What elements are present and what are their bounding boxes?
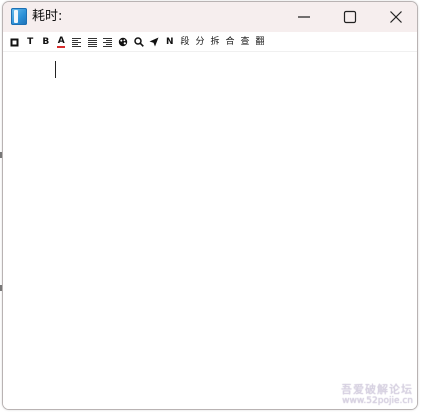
close-button[interactable] — [373, 2, 417, 32]
break-label: 拆 — [210, 37, 220, 47]
check-tool-button[interactable]: 查 — [238, 35, 253, 49]
watermark-url: www.52pojie.cn — [342, 396, 413, 406]
align-justify-icon — [87, 37, 97, 47]
font-color-tool-button[interactable]: A — [54, 35, 70, 49]
toolbar: T B A N 段 分 拆 合 查 翻 — [3, 33, 417, 52]
align-left-icon — [72, 37, 82, 47]
search-tool-button[interactable] — [131, 35, 147, 49]
n-tool-button[interactable]: N — [162, 35, 178, 49]
left-edge-mark — [0, 285, 2, 291]
segment-label: 段 — [180, 37, 190, 47]
window-title: 耗时: — [32, 9, 63, 24]
merge-tool-button[interactable]: 合 — [223, 35, 238, 49]
translate-tool-button[interactable]: 翻 — [253, 35, 268, 49]
minimize-button[interactable] — [281, 2, 327, 32]
split-tool-button[interactable]: 分 — [193, 35, 208, 49]
split-label: 分 — [195, 37, 205, 47]
break-tool-button[interactable]: 拆 — [208, 35, 223, 49]
square-icon — [10, 38, 19, 46]
pin-tool-button[interactable] — [7, 35, 23, 49]
title-bar[interactable]: 耗时: — [3, 2, 417, 32]
minimize-icon — [298, 16, 310, 18]
maximize-icon — [343, 10, 357, 24]
font-color-underline — [57, 46, 66, 48]
send-icon — [149, 37, 159, 47]
merge-label: 合 — [225, 37, 235, 47]
segment-tool-button[interactable]: 段 — [178, 35, 193, 49]
font-tool-button[interactable]: T — [23, 35, 39, 49]
app-window: 耗时: T B A N 段 分 拆 合 查 翻 — [2, 1, 418, 410]
n-icon: N — [165, 37, 174, 47]
theme-tool-button[interactable] — [116, 35, 132, 49]
translate-label: 翻 — [255, 37, 265, 47]
left-edge-mark — [0, 152, 2, 158]
align-right-icon — [103, 37, 113, 47]
close-icon — [390, 11, 402, 23]
font-color-icon: A — [57, 36, 65, 46]
text-editor[interactable] — [3, 52, 417, 409]
text-caret — [55, 61, 56, 78]
send-tool-button[interactable] — [147, 35, 163, 49]
bold-icon: B — [42, 37, 50, 47]
align-justify-tool-button[interactable] — [85, 35, 101, 49]
watermark-title: 吾爱破解论坛 — [341, 383, 413, 396]
bold-tool-button[interactable]: B — [38, 35, 54, 49]
book-icon — [11, 8, 27, 25]
maximize-button[interactable] — [327, 2, 373, 32]
watermark: 吾爱破解论坛 www.52pojie.cn — [341, 383, 413, 407]
palette-icon — [119, 37, 128, 47]
align-left-tool-button[interactable] — [69, 35, 85, 49]
align-right-tool-button[interactable] — [100, 35, 116, 49]
check-label: 查 — [240, 37, 250, 47]
search-icon — [134, 37, 144, 47]
text-icon: T — [27, 37, 34, 47]
